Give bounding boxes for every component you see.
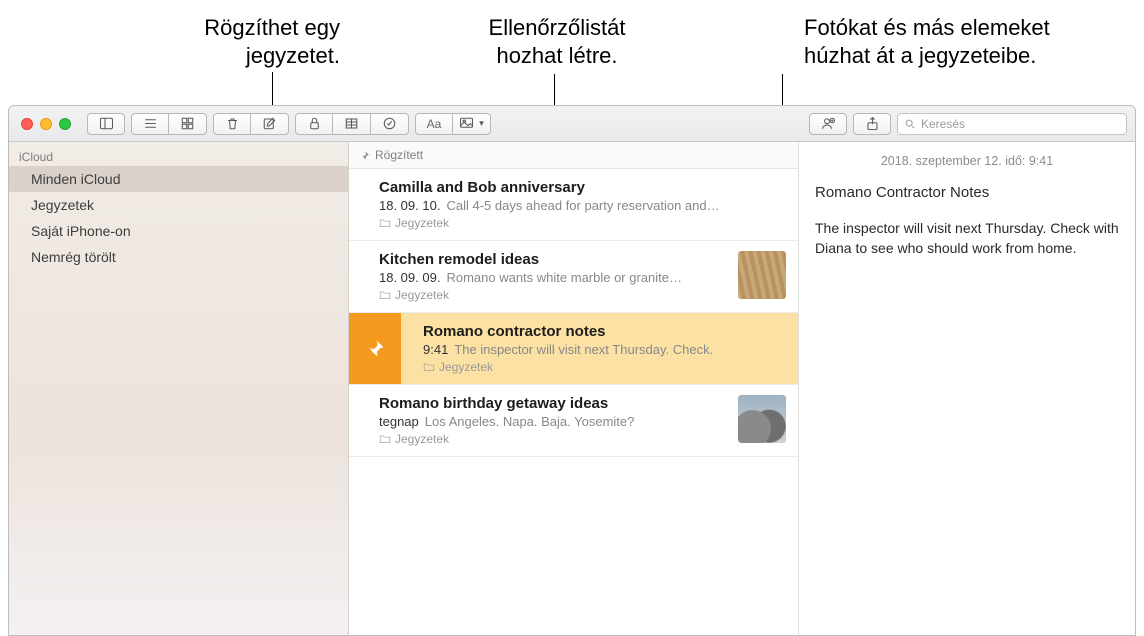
note-folder: Jegyzetek <box>395 288 449 302</box>
checklist-button[interactable] <box>371 113 409 135</box>
sidebar-item-notes[interactable]: Jegyzetek <box>9 192 348 218</box>
compose-icon <box>262 116 277 131</box>
note-detail: 2018. szeptember 12. idő: 9:41 Romano Co… <box>799 142 1135 635</box>
note-snippet: The inspector will visit next Thursday. … <box>454 342 713 357</box>
list-view-button[interactable] <box>131 113 169 135</box>
sidebar-item-all-icloud[interactable]: Minden iCloud <box>9 166 348 192</box>
zoom-window-button[interactable] <box>59 118 71 130</box>
folder-icon <box>379 290 391 300</box>
callout-photos: Fotókat és más elemeket húzhat át a jegy… <box>804 14 1104 69</box>
callout-checklist: Ellenőrzőlistát hozhat létre. <box>417 14 697 69</box>
toggle-sidebar-button[interactable] <box>87 113 125 135</box>
note-title: Romano birthday getaway ideas <box>379 395 728 412</box>
note-date: 18. 09. 09. <box>379 270 440 285</box>
pin-icon <box>364 338 386 360</box>
new-note-button[interactable] <box>251 113 289 135</box>
toolbar: Aa ▾ Keresés <box>9 106 1135 142</box>
trash-icon <box>225 116 240 131</box>
grid-icon <box>180 116 195 131</box>
note-folder: Jegyzetek <box>395 216 449 230</box>
lock-icon <box>307 116 322 131</box>
note-thumbnail <box>738 395 786 443</box>
table-button[interactable] <box>333 113 371 135</box>
note-row[interactable]: Camilla and Bob anniversary 18. 09. 10. C… <box>349 169 798 241</box>
note-folder: Jegyzetek <box>439 360 493 374</box>
folder-icon <box>423 362 435 372</box>
sidebar-icon <box>99 116 114 131</box>
person-plus-icon <box>821 116 836 131</box>
note-snippet: Los Angeles. Napa. Baja. Yosemite? <box>425 414 635 429</box>
checklist-icon <box>382 116 397 131</box>
note-title: Kitchen remodel ideas <box>379 251 728 268</box>
sidebar-account-header: iCloud <box>9 146 348 166</box>
lock-button[interactable] <box>295 113 333 135</box>
search-input[interactable]: Keresés <box>897 113 1127 135</box>
note-row[interactable]: Kitchen remodel ideas 18. 09. 09. Romano … <box>349 241 798 313</box>
photo-icon <box>459 116 477 131</box>
folder-icon <box>379 434 391 444</box>
sidebar-item-on-iphone[interactable]: Saját iPhone-on <box>9 218 348 244</box>
format-button[interactable]: Aa <box>415 113 453 135</box>
add-people-button[interactable] <box>809 113 847 135</box>
list-icon <box>143 116 158 131</box>
pin-icon <box>359 150 370 161</box>
callout-pin: Rögzíthet egy jegyzetet. <box>60 14 340 69</box>
notes-window: Aa ▾ Keresés iCloud Minden iCloud Jegyze… <box>8 105 1136 636</box>
window-controls[interactable] <box>21 118 71 130</box>
grid-view-button[interactable] <box>169 113 207 135</box>
note-title: Camilla and Bob anniversary <box>379 179 786 196</box>
note-date: 9:41 <box>423 342 448 357</box>
note-body[interactable]: The inspector will visit next Thursday. … <box>815 219 1119 258</box>
share-button[interactable] <box>853 113 891 135</box>
folders-sidebar: iCloud Minden iCloud Jegyzetek Saját iPh… <box>9 142 349 635</box>
share-icon <box>865 116 880 131</box>
note-date: tegnap <box>379 414 419 429</box>
pinned-section-header: Rögzített <box>349 142 798 169</box>
notes-list: Rögzített Camilla and Bob anniversary 18… <box>349 142 799 635</box>
pinned-section-label: Rögzített <box>375 148 423 162</box>
note-timestamp: 2018. szeptember 12. idő: 9:41 <box>815 154 1119 168</box>
note-row[interactable]: Romano contractor notes 9:41 The inspecto… <box>349 313 798 385</box>
delete-button[interactable] <box>213 113 251 135</box>
note-row[interactable]: Romano birthday getaway ideas tegnap Los … <box>349 385 798 457</box>
close-window-button[interactable] <box>21 118 33 130</box>
note-title: Romano contractor notes <box>423 323 786 340</box>
note-date: 18. 09. 10. <box>379 198 440 213</box>
note-snippet: Romano wants white marble or granite… <box>446 270 682 285</box>
note-folder: Jegyzetek <box>395 432 449 446</box>
search-placeholder: Keresés <box>921 117 965 131</box>
minimize-window-button[interactable] <box>40 118 52 130</box>
note-thumbnail <box>738 251 786 299</box>
format-icon: Aa <box>427 117 442 131</box>
media-button[interactable]: ▾ <box>453 113 491 135</box>
sidebar-item-trash[interactable]: Nemrég törölt <box>9 244 348 270</box>
note-snippet: Call 4-5 days ahead for party reservatio… <box>446 198 719 213</box>
folder-icon <box>379 218 391 228</box>
search-icon <box>904 118 916 130</box>
table-icon <box>344 116 359 131</box>
note-detail-title: Romano Contractor Notes <box>815 184 1119 201</box>
chevron-down-icon: ▾ <box>479 118 484 129</box>
pin-action[interactable] <box>349 313 401 384</box>
